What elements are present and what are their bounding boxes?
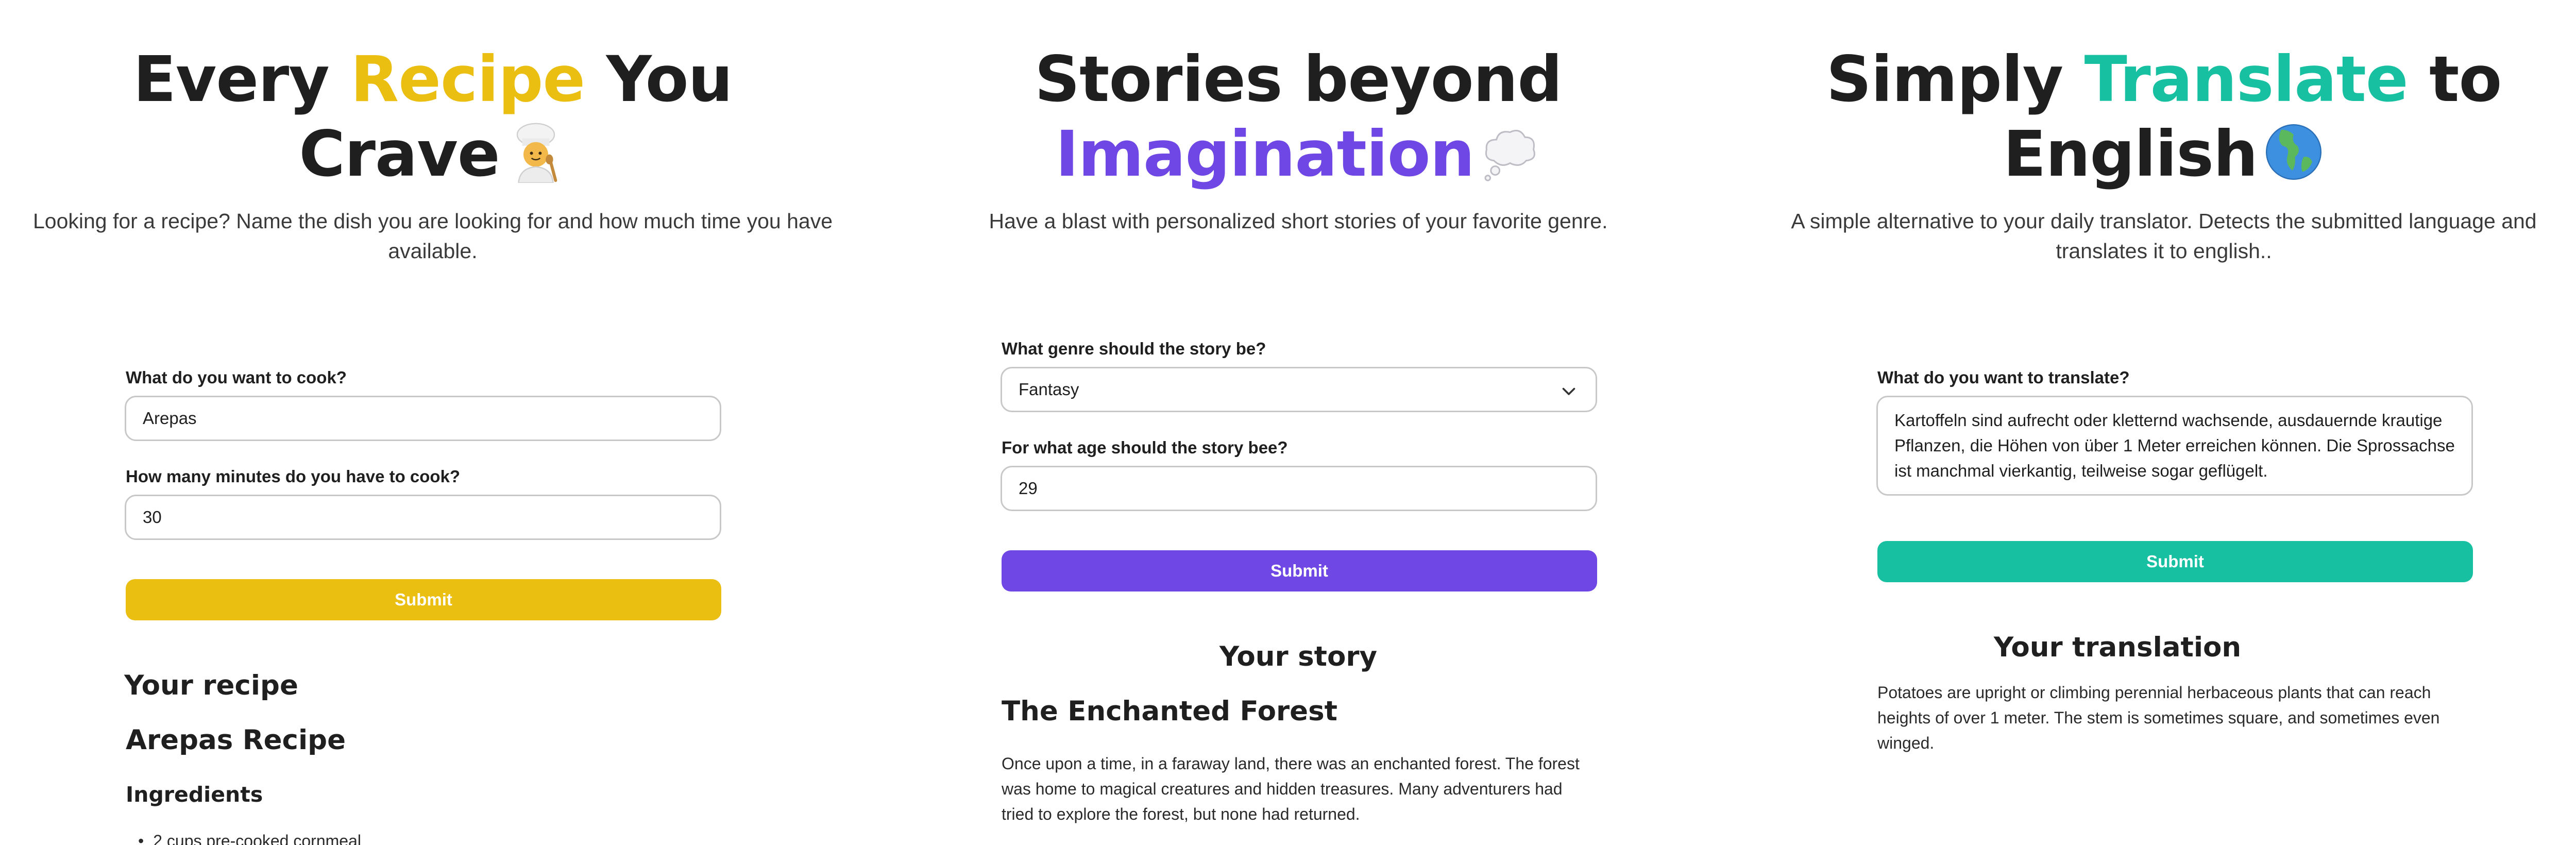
translate-textarea-value: Kartoffeln sind aufrecht oder kletternd … (1894, 411, 2455, 480)
minutes-input[interactable]: 30 (125, 495, 721, 540)
page-subtitle: A simple alternative to your daily trans… (1791, 209, 2537, 263)
age-input-value: 29 (1019, 479, 1038, 498)
age-input[interactable]: 29 (1001, 466, 1597, 511)
age-label: For what age should the story bee? (1002, 438, 1288, 457)
page-title: Stories beyond Imagination (866, 42, 1731, 192)
cook-icon (516, 123, 557, 183)
minutes-input-value: 30 (143, 508, 162, 527)
translate-panel: Simply Translate to English A simple alt… (1731, 0, 2576, 845)
title-text: Stories beyond (1035, 43, 1562, 116)
submit-button[interactable]: Submit (1002, 550, 1597, 592)
story-title: The Enchanted Forest (1002, 696, 1337, 727)
ingredients-heading: Ingredients (126, 782, 263, 807)
story-text: Once upon a time, in a faraway land, the… (1002, 754, 1580, 823)
page-title: Every Recipe You Crave (0, 42, 866, 192)
dish-input[interactable]: Arepas (125, 396, 721, 441)
title-accent: Imagination (1055, 117, 1475, 191)
result-heading: Your story (1219, 641, 1378, 672)
translate-input-label: What do you want to translate? (1877, 368, 2130, 387)
title-accent: Translate (2084, 43, 2409, 116)
genre-select-value: Fantasy (1019, 380, 1079, 399)
result-heading: Your translation (1993, 632, 2242, 663)
globe-icon (2265, 124, 2321, 180)
title-text: Simply (1826, 43, 2084, 116)
result-heading: Your recipe (124, 670, 298, 701)
translation-text: Potatoes are upright or climbing perenni… (1877, 683, 2440, 752)
title-text: English (2003, 117, 2258, 191)
minutes-label: How many minutes do you have to cook? (126, 467, 461, 486)
thought-bubble-icon (1484, 129, 1536, 181)
recipe-title: Arepas Recipe (126, 724, 346, 756)
chevron-down-icon (1562, 387, 1575, 395)
translate-textarea[interactable]: Kartoffeln sind aufrecht oder kletternd … (1876, 396, 2473, 496)
title-text: to (2408, 43, 2502, 116)
title-text: You (585, 43, 733, 116)
recipe-panel: Every Recipe You Crave Looking for a rec… (0, 0, 866, 845)
title-text: Every (133, 43, 351, 116)
dish-input-value: Arepas (143, 409, 197, 428)
submit-button[interactable]: Submit (1877, 541, 2473, 582)
ingredient-item: 2 cups pre-cooked cornmeal (138, 832, 361, 845)
title-text: Crave (299, 117, 500, 191)
submit-button[interactable]: Submit (126, 579, 721, 620)
page-subtitle: Have a blast with personalized short sto… (989, 209, 1608, 233)
page-title: Simply Translate to English (1731, 42, 2576, 192)
dish-label: What do you want to cook? (126, 368, 347, 387)
story-panel: Stories beyond Imagination Have a blast … (866, 0, 1731, 845)
title-accent: Recipe (350, 43, 585, 116)
page-subtitle: Looking for a recipe? Name the dish you … (32, 209, 833, 263)
genre-select[interactable]: Fantasy (1001, 367, 1597, 412)
genre-label: What genre should the story be? (1002, 339, 1266, 358)
